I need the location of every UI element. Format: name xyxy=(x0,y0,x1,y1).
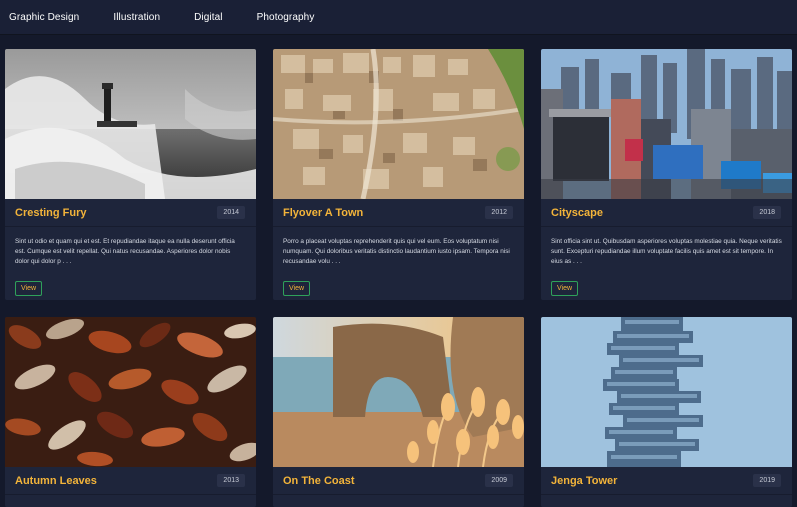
portfolio-card-flyover-a-town: Flyover A Town 2012 Porro a placeat volu… xyxy=(273,49,524,300)
card-body: Sint ut odio et quam qui et est. Et repu… xyxy=(5,227,256,300)
top-nav: Graphic Design Illustration Digital Phot… xyxy=(0,0,797,35)
card-title[interactable]: On The Coast xyxy=(283,475,355,487)
nav-item-illustration[interactable]: Illustration xyxy=(113,12,160,23)
card-header: Cityscape 2018 xyxy=(541,199,792,227)
card-title[interactable]: Jenga Tower xyxy=(551,475,617,487)
year-badge: 2013 xyxy=(217,474,245,487)
portfolio-card-cityscape: Cityscape 2018 Sint officia sint ut. Qui… xyxy=(541,49,792,300)
portfolio-card-jenga-tower: Jenga Tower 2019 xyxy=(541,317,792,507)
nav-item-photography[interactable]: Photography xyxy=(257,12,315,23)
card-title[interactable]: Flyover A Town xyxy=(283,207,363,219)
card-header: Cresting Fury 2014 xyxy=(5,199,256,227)
card-image-jenga-tower xyxy=(541,317,792,467)
year-badge: 2012 xyxy=(485,206,513,219)
card-image-lighthouse-wave xyxy=(5,49,256,199)
card-description: Porro a placeat voluptas reprehenderit q… xyxy=(283,238,510,265)
card-header: Autumn Leaves 2013 xyxy=(5,467,256,495)
card-title[interactable]: Cityscape xyxy=(551,207,603,219)
card-header: Jenga Tower 2019 xyxy=(541,467,792,495)
card-image-city-skyline xyxy=(541,49,792,199)
view-button[interactable]: View xyxy=(283,281,311,296)
card-title[interactable]: Cresting Fury xyxy=(15,207,87,219)
year-badge: 2014 xyxy=(217,206,245,219)
year-badge: 2019 xyxy=(753,474,781,487)
portfolio-card-autumn-leaves: Autumn Leaves 2013 xyxy=(5,317,256,507)
year-badge: 2009 xyxy=(485,474,513,487)
view-button[interactable]: View xyxy=(551,281,579,296)
portfolio-card-cresting-fury: Cresting Fury 2014 Sint ut odio et quam … xyxy=(5,49,256,300)
portfolio-card-on-the-coast: On The Coast 2009 xyxy=(273,317,524,507)
card-title[interactable]: Autumn Leaves xyxy=(15,475,97,487)
card-body: Porro a placeat voluptas reprehenderit q… xyxy=(273,227,524,300)
card-description: Sint ut odio et quam qui et est. Et repu… xyxy=(15,238,235,265)
nav-item-graphic-design[interactable]: Graphic Design xyxy=(9,12,79,23)
card-image-autumn-leaves xyxy=(5,317,256,467)
card-image-aerial-town xyxy=(273,49,524,199)
card-image-coast-arch xyxy=(273,317,524,467)
nav-item-digital[interactable]: Digital xyxy=(194,12,223,23)
card-header: Flyover A Town 2012 xyxy=(273,199,524,227)
card-header: On The Coast 2009 xyxy=(273,467,524,495)
view-button[interactable]: View xyxy=(15,281,43,296)
card-description: Sint officia sint ut. Quibusdam asperior… xyxy=(551,238,782,265)
card-body: Sint officia sint ut. Quibusdam asperior… xyxy=(541,227,792,300)
year-badge: 2018 xyxy=(753,206,781,219)
